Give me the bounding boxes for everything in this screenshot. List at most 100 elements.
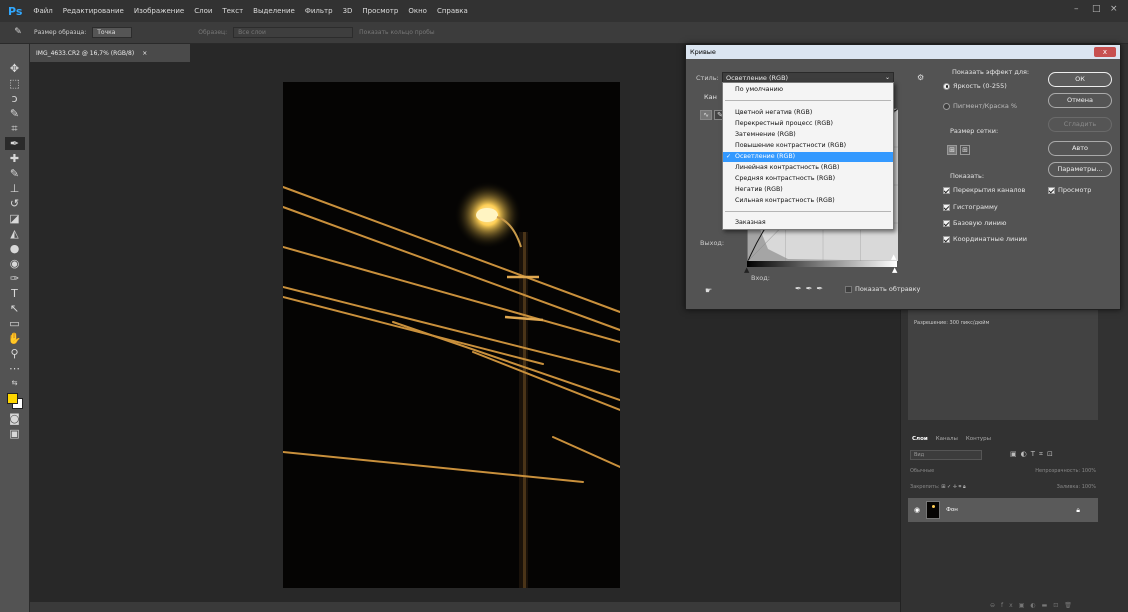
black-eyedropper-icon[interactable]: ✒ xyxy=(795,284,806,293)
radio-pigment[interactable]: Пигмент/Краска % xyxy=(943,102,1017,110)
layers-footer-icons[interactable]: ⊖fx▣◐▬⊡🗑︎ xyxy=(990,602,1078,609)
quick-mask-icon[interactable]: ◙ xyxy=(5,412,25,425)
radio-brightness[interactable]: Яркость (0-255) xyxy=(943,82,1007,90)
baseline-checkbox[interactable] xyxy=(943,219,950,227)
menu-filter[interactable]: Фильтр xyxy=(300,7,338,15)
radio-brightness-button[interactable] xyxy=(943,82,950,90)
opacity-value[interactable]: 100% xyxy=(1082,468,1096,474)
intersection-lines-checkbox[interactable] xyxy=(943,235,950,243)
brush-tool-icon[interactable]: ✎ xyxy=(5,167,25,180)
menu-file[interactable]: Файл xyxy=(28,7,57,15)
maximize-button[interactable]: □ xyxy=(1092,4,1101,14)
menu-image[interactable]: Изображение xyxy=(129,7,189,15)
eyedropper-tool-icon[interactable]: ✒ xyxy=(4,137,25,150)
screen-mode-icon[interactable]: ▣ xyxy=(5,427,25,440)
preview-checkbox[interactable]: Просмотр xyxy=(1048,186,1091,194)
dropdown-item-lighter[interactable]: ✓ Осветление (RGB) xyxy=(723,152,893,162)
dropdown-item-color-negative[interactable]: Цветной негатив (RGB) xyxy=(723,108,893,118)
eraser-tool-icon[interactable]: ◪ xyxy=(5,212,25,225)
path-select-tool-icon[interactable]: ↖ xyxy=(5,302,25,315)
smooth-button[interactable]: Сгладить xyxy=(1048,117,1112,132)
layer-filter-icons[interactable]: ▣◐T⌗⊡ xyxy=(1010,450,1057,459)
menu-edit[interactable]: Редактирование xyxy=(58,7,129,15)
menu-window[interactable]: Окно xyxy=(403,7,432,15)
auto-button[interactable]: Авто xyxy=(1048,141,1112,156)
more-tools-icon[interactable]: ⋯ xyxy=(5,362,25,375)
tab-channels[interactable]: Каналы xyxy=(936,436,958,442)
dropdown-item-linear-contrast[interactable]: Линейная контрастность (RGB) xyxy=(723,163,893,173)
swap-colors-icon[interactable]: ⇆ xyxy=(5,377,25,390)
crop-tool-icon[interactable]: ⌗ xyxy=(5,122,25,135)
dropdown-item-medium-contrast[interactable]: Средняя контрастность (RGB) xyxy=(723,174,893,184)
dropdown-item-custom[interactable]: Заказная xyxy=(723,218,893,228)
document-tab[interactable]: IMG_4633.CR2 @ 16,7% (RGB/8) × xyxy=(30,44,190,62)
show-histogram[interactable]: Гистограмму xyxy=(943,203,998,211)
ok-button[interactable]: ОК xyxy=(1048,72,1112,87)
fill-value[interactable]: 100% xyxy=(1082,484,1096,490)
eye-icon[interactable]: ◉ xyxy=(914,506,920,514)
menu-3d[interactable]: 3D xyxy=(338,7,358,15)
gray-eyedropper-icon[interactable]: ✒ xyxy=(806,284,817,293)
photoshop-logo[interactable]: Ps xyxy=(0,5,28,18)
dropdown-item-negative[interactable]: Негатив (RGB) xyxy=(723,185,893,195)
white-point-slider[interactable]: ▲ xyxy=(892,266,897,274)
lock-icons[interactable]: ⊞ ✓ ✛ ⌗ 🔒︎ xyxy=(941,484,965,490)
lasso-tool-icon[interactable]: ↄ xyxy=(5,92,25,105)
menu-type[interactable]: Текст xyxy=(217,7,248,15)
grid-simple-icon[interactable]: ⊞ xyxy=(947,145,957,155)
layers-filter-input[interactable]: Вид xyxy=(910,450,982,460)
menu-layers[interactable]: Слои xyxy=(189,7,217,15)
show-baseline[interactable]: Базовую линию xyxy=(943,219,1006,227)
zoom-tool-icon[interactable]: ⚲ xyxy=(5,347,25,360)
history-brush-tool-icon[interactable]: ↺ xyxy=(5,197,25,210)
dropdown-item-default[interactable]: По умолчанию xyxy=(723,85,893,95)
sample-in-image-icon[interactable]: ☛ xyxy=(705,286,712,295)
stamp-tool-icon[interactable]: ⊥ xyxy=(5,182,25,195)
gradient-tool-icon[interactable]: ◭ xyxy=(5,227,25,240)
show-clipping-checkbox[interactable]: Показать обтравку xyxy=(845,285,920,293)
show-ring-checkbox-label[interactable]: Показать кольцо пробы xyxy=(359,29,434,36)
move-tool-icon[interactable]: ✥ xyxy=(5,62,25,75)
sample-size-select[interactable]: Точка xyxy=(92,27,133,38)
menu-view[interactable]: Просмотр xyxy=(357,7,403,15)
quick-select-tool-icon[interactable]: ✎ xyxy=(5,107,25,120)
tab-layers[interactable]: Слои xyxy=(912,436,928,442)
grid-detailed-icon[interactable]: ⊞ xyxy=(960,145,970,155)
radio-pigment-button[interactable] xyxy=(943,102,950,110)
close-app-button[interactable]: × xyxy=(1110,4,1118,14)
pen-tool-icon[interactable]: ✑ xyxy=(5,272,25,285)
hand-tool-icon[interactable]: ✋ xyxy=(5,332,25,345)
sample-select[interactable]: Все слои xyxy=(233,27,354,38)
eyedropper-icon[interactable]: ✎ xyxy=(8,26,28,39)
dodge-tool-icon[interactable]: ◉ xyxy=(5,257,25,270)
cancel-button[interactable]: Отмена xyxy=(1048,93,1112,108)
layer-row-background[interactable]: ◉ Фон 🔒︎ xyxy=(908,498,1098,522)
dropdown-item-cross-process[interactable]: Перекрестный процесс (RGB) xyxy=(723,119,893,129)
dropdown-item-darker[interactable]: Затемнение (RGB) xyxy=(723,130,893,140)
dialog-close-button[interactable]: x xyxy=(1094,47,1116,57)
channel-overlays-checkbox[interactable] xyxy=(943,186,950,194)
blur-tool-icon[interactable]: ● xyxy=(5,242,25,255)
options-button[interactable]: Параметры... xyxy=(1048,162,1112,177)
type-tool-icon[interactable]: T xyxy=(5,287,25,300)
foreground-color-swatch[interactable] xyxy=(6,393,18,404)
curves-dialog-titlebar[interactable]: Кривые x xyxy=(686,45,1120,59)
show-channel-overlays[interactable]: Перекрытия каналов xyxy=(943,186,1025,194)
black-point-slider[interactable]: ▲ xyxy=(744,266,749,274)
close-document-icon[interactable]: × xyxy=(142,50,147,57)
histogram-checkbox[interactable] xyxy=(943,203,950,211)
dropdown-item-increase-contrast[interactable]: Повышение контрастности (RGB) xyxy=(723,141,893,151)
menu-select[interactable]: Выделение xyxy=(248,7,300,15)
marquee-tool-icon[interactable]: ⬚ xyxy=(5,77,25,90)
color-swatches[interactable] xyxy=(5,392,25,410)
healing-brush-tool-icon[interactable]: ✚ xyxy=(5,152,25,165)
shape-tool-icon[interactable]: ▭ xyxy=(5,317,25,330)
tab-paths[interactable]: Контуры xyxy=(966,436,991,442)
preview-checkbox-box[interactable] xyxy=(1048,186,1055,194)
menu-help[interactable]: Справка xyxy=(432,7,473,15)
curve-point-tool-icon[interactable]: ∿ xyxy=(700,110,712,120)
gear-icon[interactable]: ⚙︎ xyxy=(917,73,924,82)
show-intersection-lines[interactable]: Координатные линии xyxy=(943,235,1027,243)
show-clipping-box[interactable] xyxy=(845,285,852,293)
dropdown-item-strong-contrast[interactable]: Сильная контрастность (RGB) xyxy=(723,196,893,206)
